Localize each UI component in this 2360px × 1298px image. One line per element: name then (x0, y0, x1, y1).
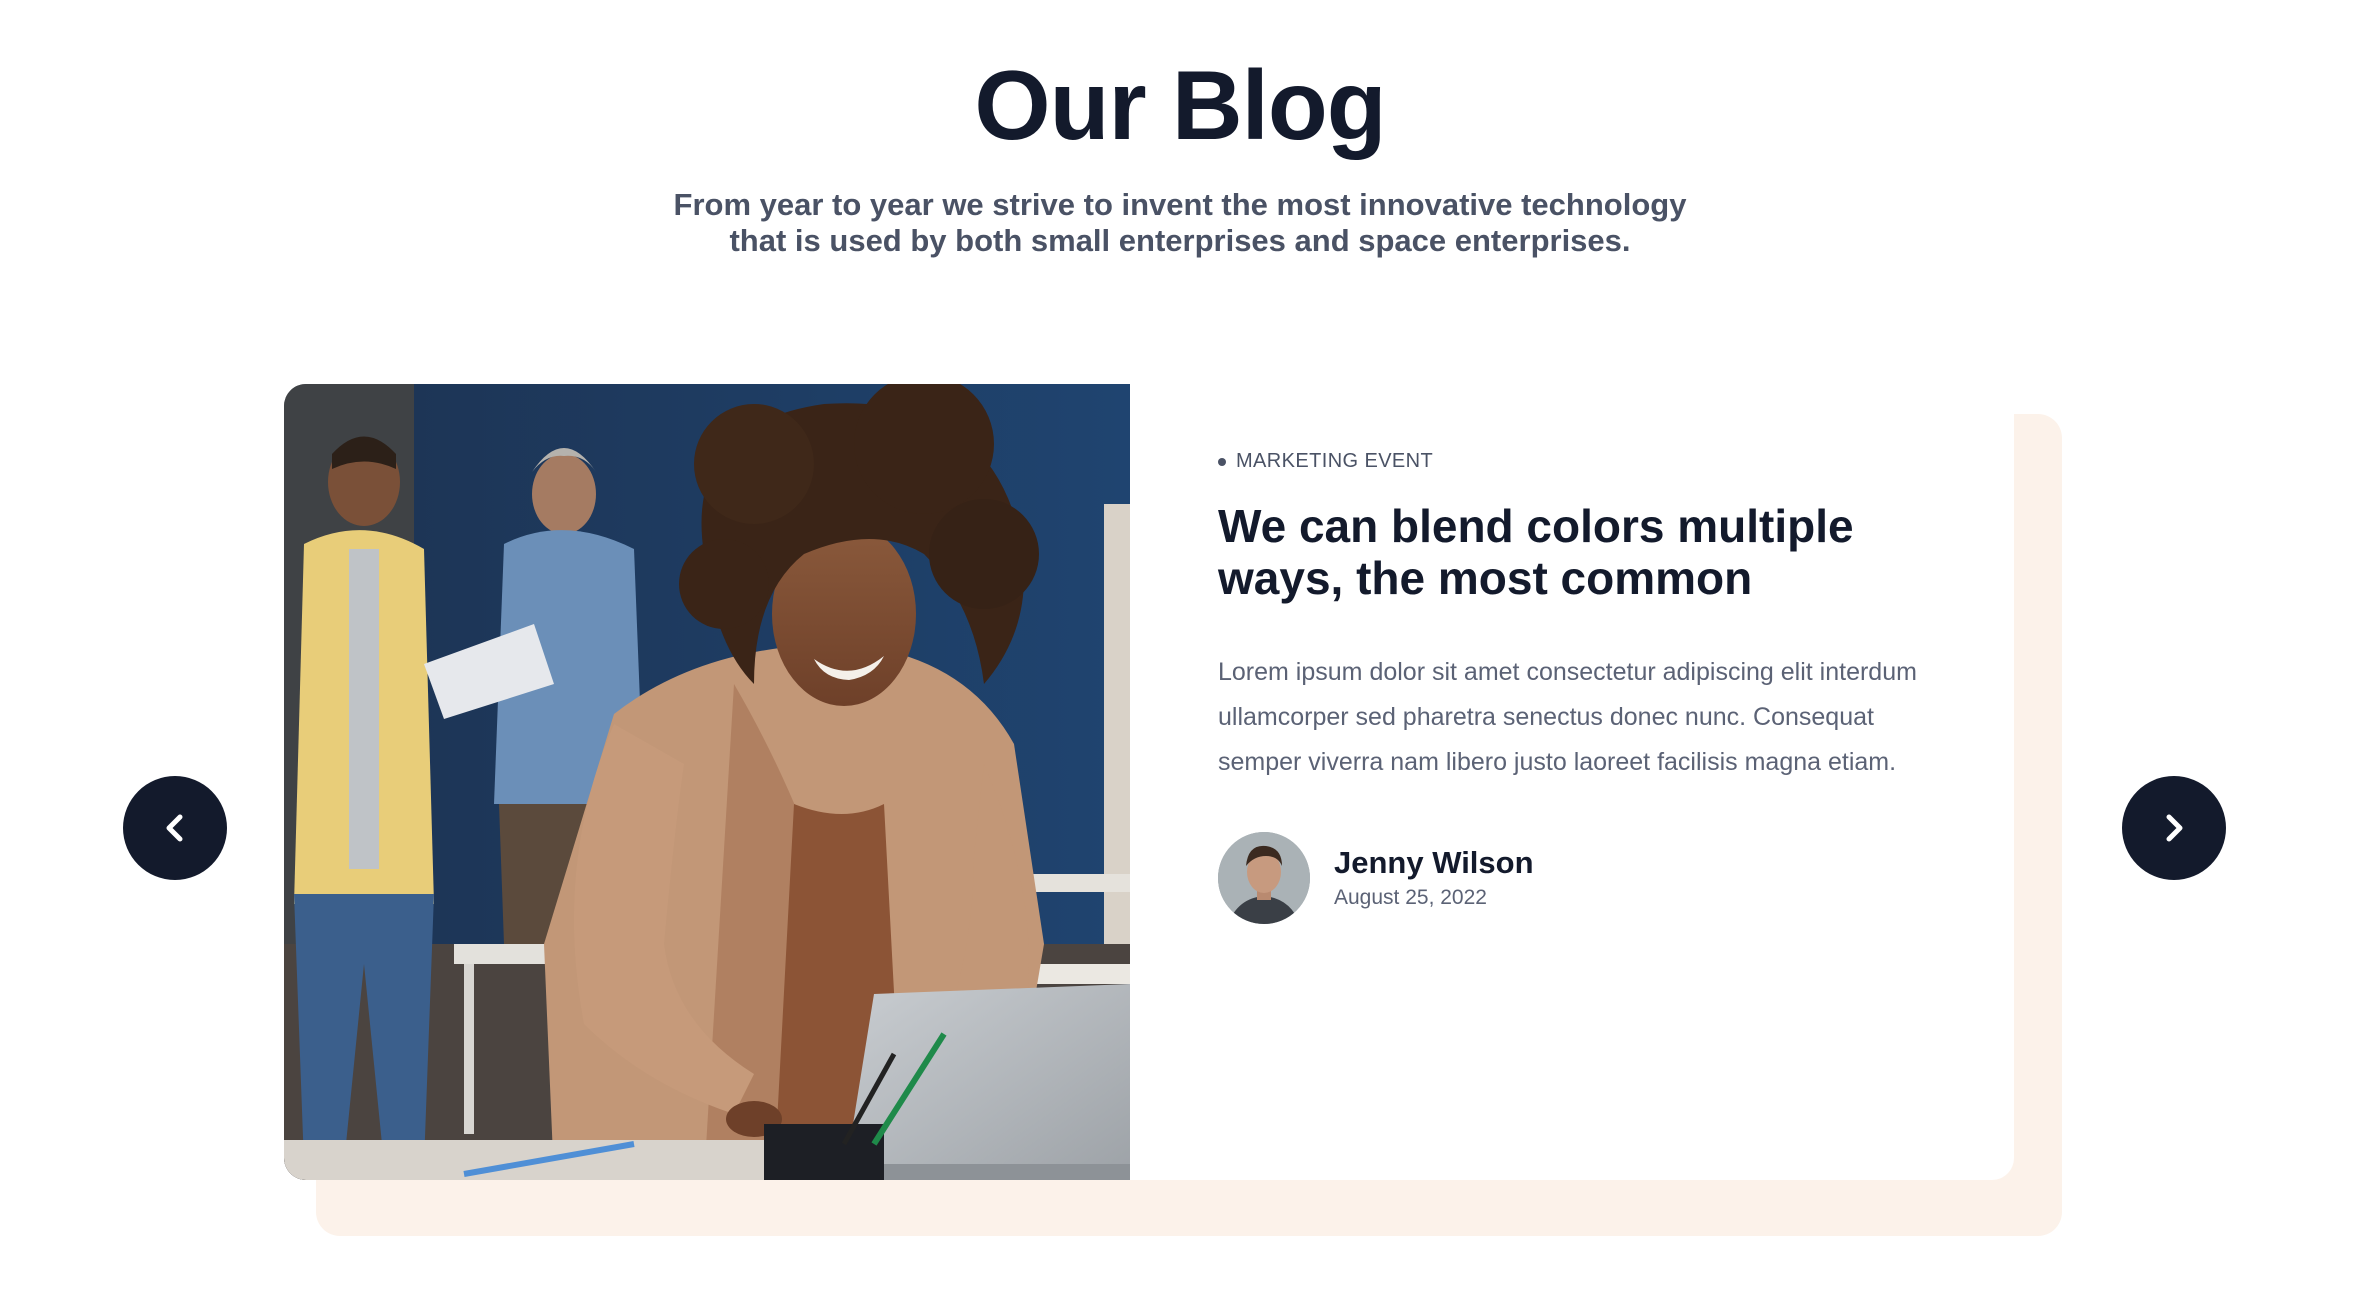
post-date: August 25, 2022 (1334, 886, 1487, 909)
page-subtitle: From year to year we strive to invent th… (630, 187, 1730, 259)
post-title[interactable]: We can blend colors multiple ways, the m… (1218, 500, 1938, 604)
avatar (1218, 832, 1310, 924)
post-category-label: MARKETING EVENT (1236, 450, 1434, 472)
post-category[interactable]: MARKETING EVENT (1218, 450, 1433, 473)
post-author: Jenny Wilson August 25, 2022 (1218, 832, 1534, 924)
blog-section: Our Blog From year to year we strive to … (0, 0, 2360, 1298)
page-title: Our Blog (974, 50, 1386, 160)
chevron-left-icon (166, 814, 183, 842)
previous-slide-button[interactable] (123, 776, 227, 880)
author-info: Jenny Wilson August 25, 2022 (1334, 844, 1534, 912)
post-excerpt: Lorem ipsum dolor sit amet consectetur a… (1218, 658, 1917, 776)
author-name[interactable]: Jenny Wilson (1334, 844, 1534, 882)
subtitle-line-2: that is used by both small enterprises a… (729, 223, 1631, 258)
post-featured-image[interactable] (284, 384, 1130, 1180)
subtitle-line-1: From year to year we strive to invent th… (673, 187, 1687, 222)
next-slide-button[interactable] (2122, 776, 2226, 880)
bullet-dot-icon (1218, 457, 1226, 466)
chevron-right-icon (2166, 814, 2183, 842)
blog-post-card[interactable]: MARKETING EVENT We can blend colors mult… (284, 384, 2014, 1180)
